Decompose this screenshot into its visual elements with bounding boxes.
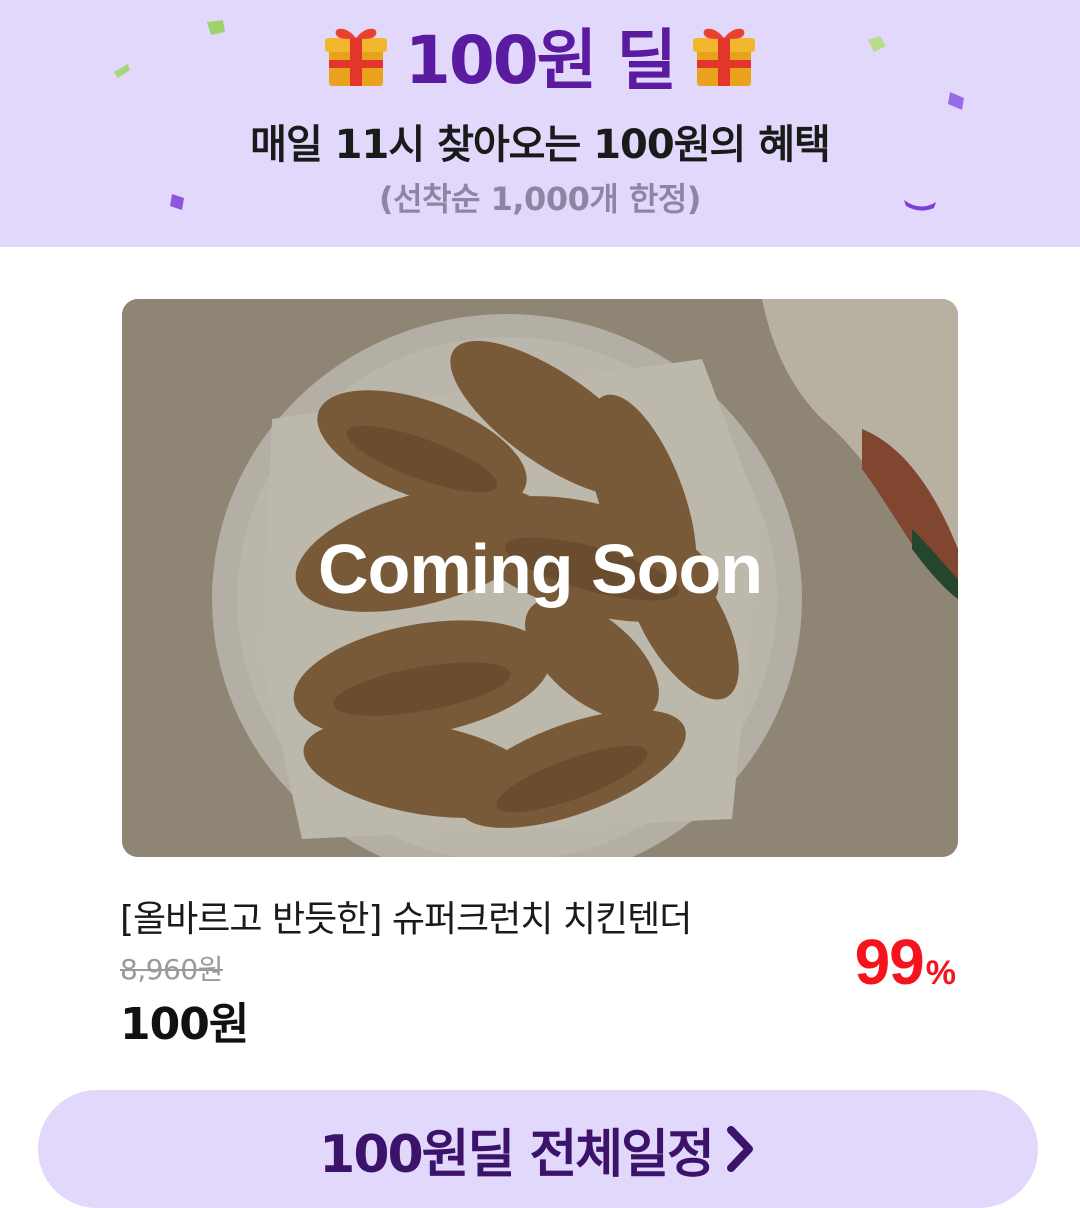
full-schedule-button[interactable]: 100원딜 전체일정: [38, 1090, 1038, 1208]
product-name[interactable]: [올바르고 반듯한] 슈퍼크런치 치킨텐더: [120, 890, 692, 942]
discount-value: 99: [854, 926, 925, 998]
sale-price: 100원: [120, 999, 249, 1050]
full-schedule-label: 100원딜 전체일정: [319, 1124, 715, 1185]
banner-note: (선착순 1,000개 한정): [379, 180, 701, 218]
banner-title-text: 100원 딜: [404, 22, 677, 99]
chevron-right-icon: [726, 1126, 753, 1172]
coming-soon-label: Coming Soon: [318, 530, 763, 608]
original-price: 8,960원: [120, 953, 223, 986]
discount-rate: 99 %: [855, 925, 956, 999]
banner-title: 100원 딜: [0, 10, 1080, 100]
gift-icon: [324, 28, 387, 86]
gift-icon: [693, 28, 756, 86]
discount-unit: %: [925, 954, 956, 992]
product-image-card[interactable]: Coming Soon: [122, 299, 958, 857]
banner-subtitle: 매일 11시 찾아오는 100원의 혜택: [250, 122, 831, 168]
deal-banner: 100원 딜 매일 11시 찾아오는 100원의 혜택 (선착순 1,000개 …: [0, 0, 1080, 247]
